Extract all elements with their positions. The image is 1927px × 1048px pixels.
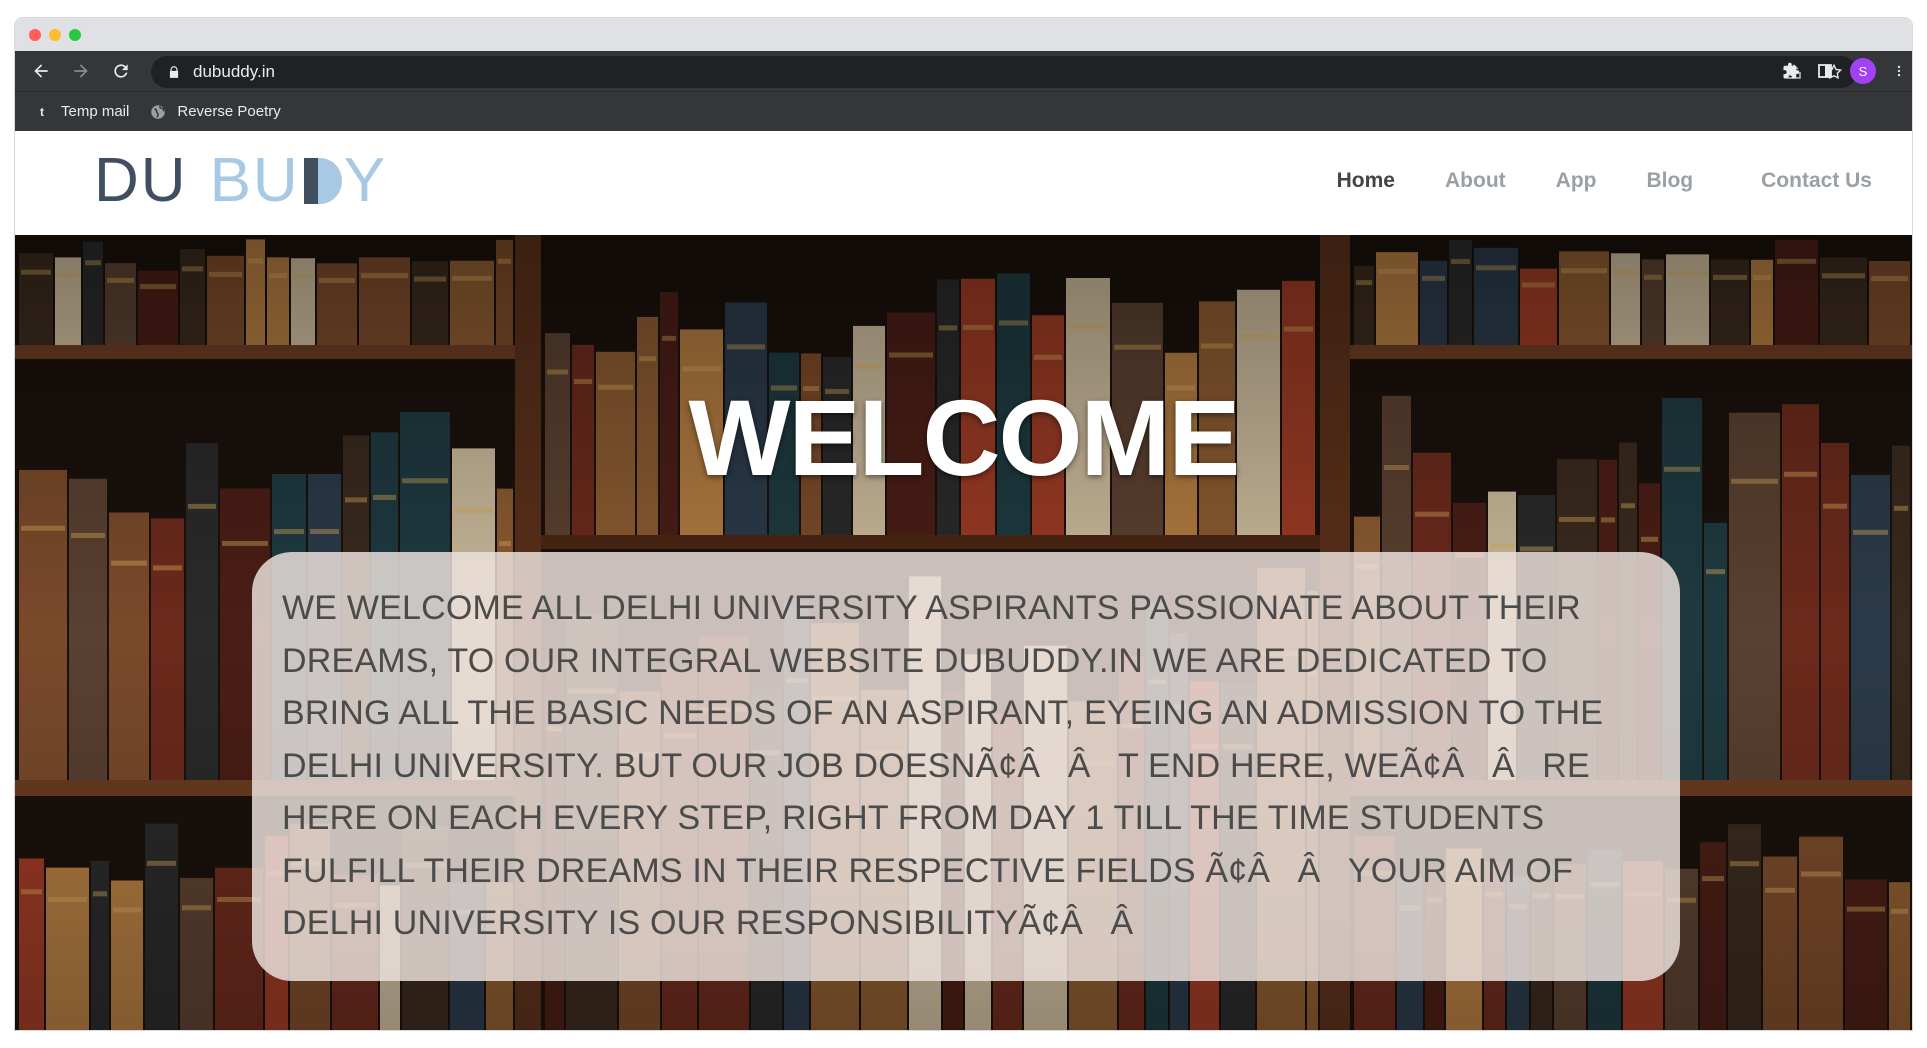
nav-contact-us[interactable]: Contact Us bbox=[1761, 169, 1872, 193]
extensions-icon[interactable] bbox=[1782, 62, 1800, 80]
reload-button[interactable] bbox=[101, 51, 141, 91]
lock-icon bbox=[169, 66, 179, 78]
profile-avatar[interactable]: S bbox=[1850, 58, 1876, 84]
bookmark-reverse-poetry[interactable]: Reverse Poetry bbox=[149, 103, 281, 121]
arrow-left-icon bbox=[34, 64, 48, 78]
logo-bu-text: BU bbox=[209, 146, 300, 215]
browser-window: dubuddy.in S t Temp mail Reverse Poetry … bbox=[15, 18, 1912, 1030]
nav-about[interactable]: About bbox=[1445, 169, 1506, 193]
hero-section: WELCOME WE WELCOME ALL DELHI UNIVERSITY … bbox=[15, 235, 1912, 1030]
toolbar-right: S bbox=[1782, 51, 1912, 91]
more-menu-icon[interactable] bbox=[1892, 62, 1906, 80]
logo-y-text: Y bbox=[343, 146, 388, 215]
logo-d-mark bbox=[303, 158, 342, 204]
reload-icon bbox=[114, 64, 128, 78]
logo-buddy: BU Y bbox=[210, 150, 388, 212]
intro-text: WE WELCOME ALL DELHI UNIVERSITY ASPIRANT… bbox=[282, 589, 1604, 942]
bookmark-temp-mail[interactable]: t Temp mail bbox=[33, 103, 129, 121]
main-nav: Home About App Blog Contact Us bbox=[1337, 169, 1872, 193]
title-bar bbox=[15, 18, 1912, 51]
browser-toolbar: dubuddy.in S bbox=[15, 51, 1912, 91]
arrow-right-icon bbox=[74, 64, 88, 78]
side-panel-icon[interactable] bbox=[1816, 62, 1834, 80]
forward-button[interactable] bbox=[61, 51, 101, 91]
maximize-window-button[interactable] bbox=[69, 29, 81, 41]
logo-du-text: DU bbox=[94, 146, 188, 215]
minimize-window-button[interactable] bbox=[49, 29, 61, 41]
bookmarks-bar: t Temp mail Reverse Poetry bbox=[15, 91, 1912, 131]
temp-mail-icon: t bbox=[40, 104, 44, 119]
back-button[interactable] bbox=[21, 51, 61, 91]
site-header: DU BU Y Home About App Blog Contact Us bbox=[15, 131, 1912, 234]
site-logo[interactable]: DU BU Y bbox=[94, 146, 388, 215]
window-controls bbox=[29, 29, 81, 41]
nav-blog[interactable]: Blog bbox=[1646, 169, 1693, 193]
close-window-button[interactable] bbox=[29, 29, 41, 41]
url-text[interactable]: dubuddy.in bbox=[193, 62, 275, 82]
nav-home[interactable]: Home bbox=[1337, 169, 1395, 193]
bookmark-label: Reverse Poetry bbox=[177, 103, 281, 120]
bookmark-label: Temp mail bbox=[61, 103, 130, 120]
intro-panel: WE WELCOME ALL DELHI UNIVERSITY ASPIRANT… bbox=[252, 552, 1680, 981]
nav-app[interactable]: App bbox=[1556, 169, 1597, 193]
welcome-heading: WELCOME bbox=[688, 377, 1241, 498]
address-bar[interactable]: dubuddy.in bbox=[151, 56, 1857, 88]
globe-icon bbox=[151, 104, 166, 119]
